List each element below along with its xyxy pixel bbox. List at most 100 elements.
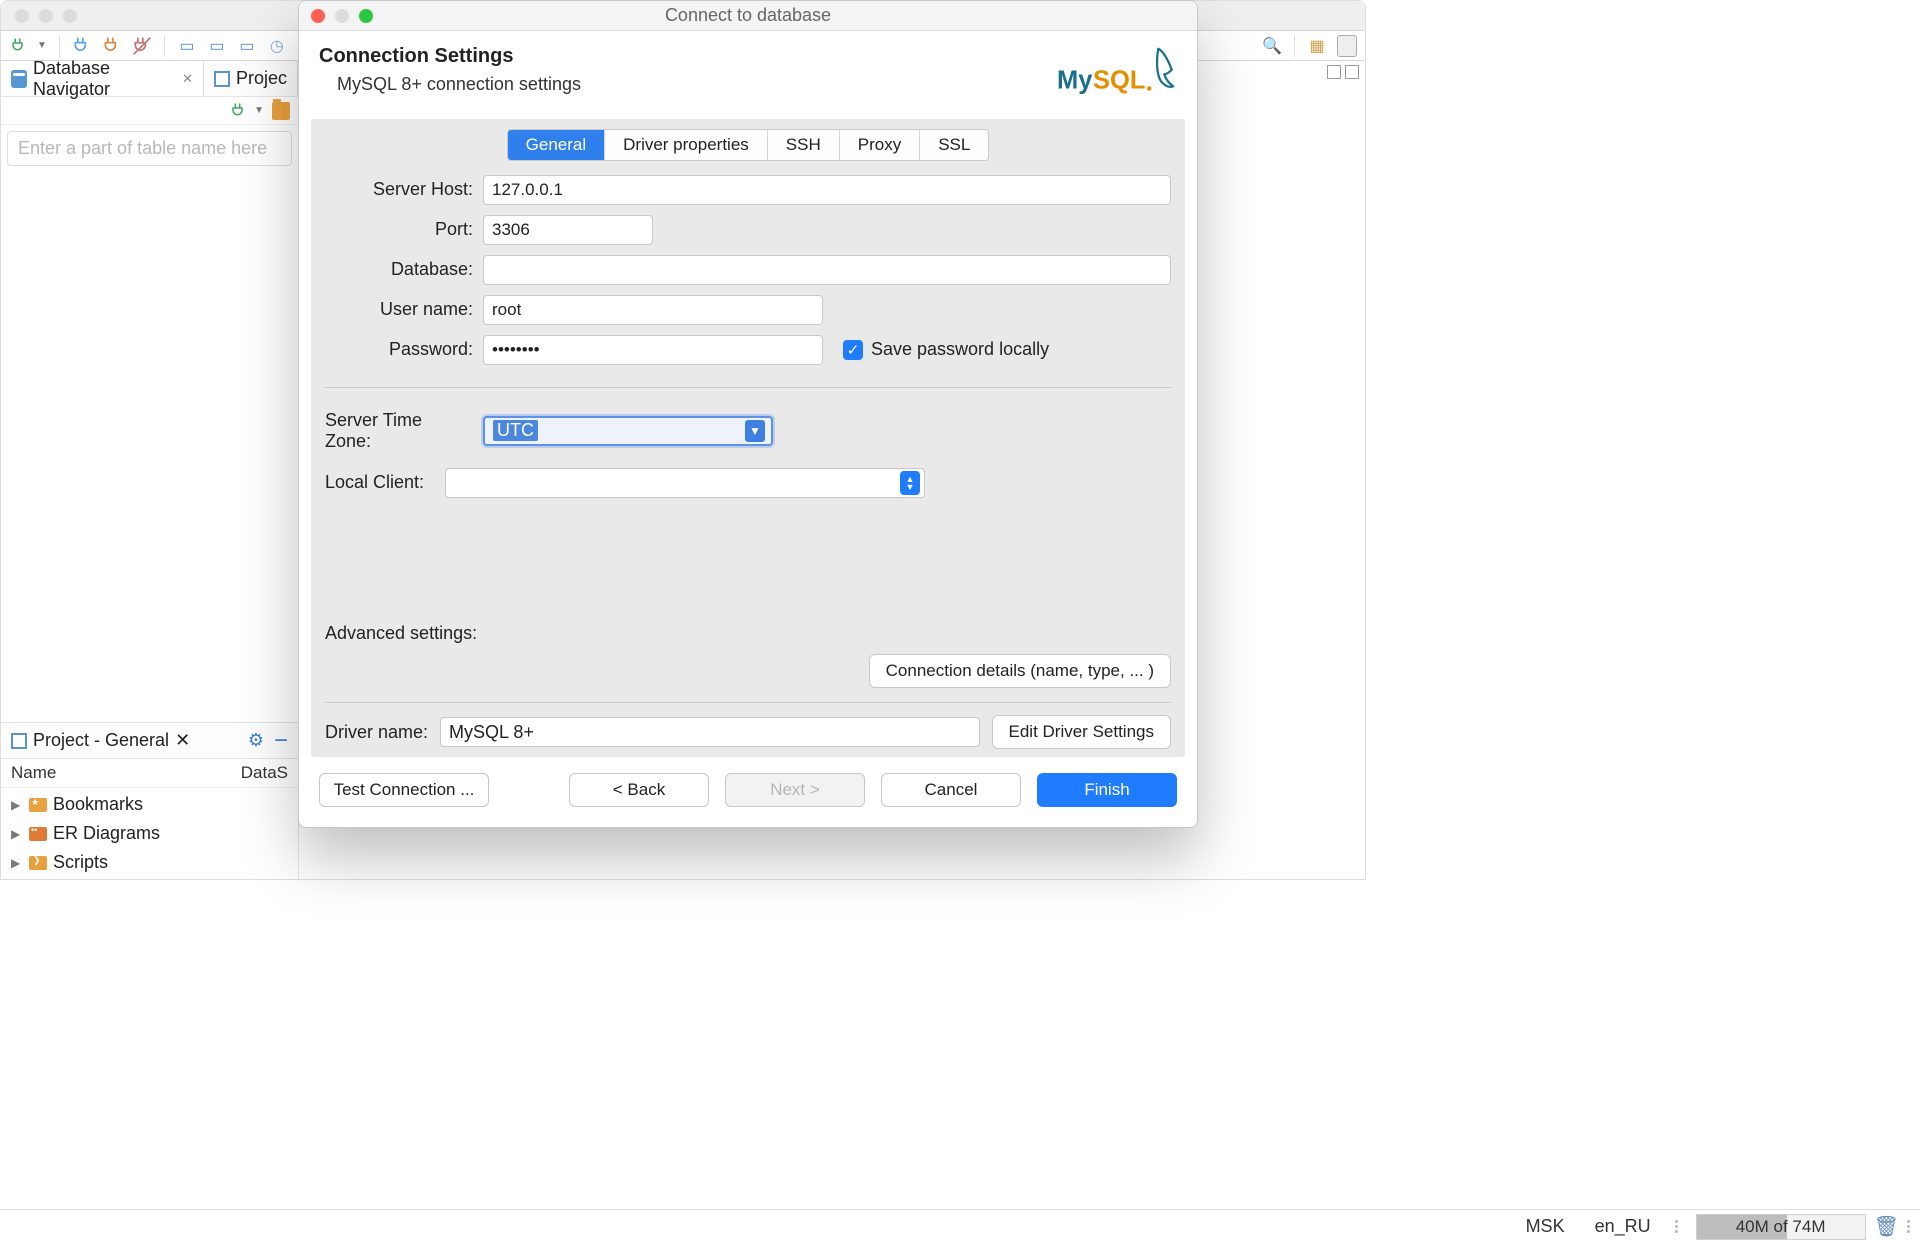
- grip-dots-icon[interactable]: [1907, 1220, 1910, 1233]
- save-password-checkbox[interactable]: ✓ Save password locally: [843, 339, 1049, 360]
- traffic-close-icon[interactable]: [311, 9, 325, 23]
- local-client-label: Local Client:: [325, 472, 435, 493]
- dropdown-caret-icon[interactable]: ▼: [254, 105, 264, 116]
- folder-icon[interactable]: [272, 102, 290, 120]
- server-host-input[interactable]: [483, 175, 1171, 205]
- database-icon: [11, 70, 27, 88]
- next-button: Next >: [725, 773, 865, 807]
- disclosure-triangle-icon[interactable]: ▶: [11, 798, 23, 812]
- perspective-icon[interactable]: ▦: [1307, 36, 1327, 56]
- dialog-header: Connection Settings MySQL 8+ connection …: [299, 31, 1197, 113]
- local-client-select[interactable]: ▲▼: [445, 468, 925, 498]
- project-panel-title: Project - General: [33, 730, 169, 751]
- traffic-zoom-icon[interactable]: [359, 9, 373, 23]
- disclosure-triangle-icon[interactable]: ▶: [11, 827, 23, 841]
- finish-button[interactable]: Finish: [1037, 773, 1177, 807]
- col-datasource: DataS: [241, 763, 288, 783]
- dropdown-caret-icon[interactable]: ▼: [37, 40, 47, 51]
- tab-ssl[interactable]: SSL: [920, 130, 988, 160]
- grip-dots-icon[interactable]: [1675, 1220, 1678, 1233]
- minimize-view-icon[interactable]: [1327, 65, 1341, 79]
- new-connection-icon[interactable]: [9, 36, 29, 56]
- tree-item-scripts[interactable]: ▶ Scripts: [7, 850, 292, 875]
- test-connection-button[interactable]: Test Connection ...: [319, 773, 489, 807]
- connection-details-button[interactable]: Connection details (name, type, ... ): [869, 654, 1171, 688]
- plug-blue-icon[interactable]: [72, 36, 92, 56]
- er-folder-icon: [29, 827, 47, 841]
- tab-general[interactable]: General: [508, 130, 605, 160]
- password-input[interactable]: [483, 335, 823, 365]
- tab-database-navigator[interactable]: Database Navigator ✕: [1, 61, 204, 96]
- traffic-light-dim-icon: [15, 9, 29, 23]
- username-input[interactable]: [483, 295, 823, 325]
- password-label: Password:: [325, 339, 473, 360]
- maximize-view-icon[interactable]: [1345, 65, 1359, 79]
- back-button[interactable]: < Back: [569, 773, 709, 807]
- view-controls: [1327, 65, 1359, 79]
- disclosure-triangle-icon[interactable]: ▶: [11, 856, 23, 870]
- filter-input[interactable]: [18, 138, 281, 159]
- svg-text:SQL: SQL: [1093, 67, 1145, 95]
- sql-new-icon[interactable]: ▭: [207, 36, 227, 56]
- driver-name-value: MySQL 8+: [449, 722, 534, 743]
- tab-ssh[interactable]: SSH: [768, 130, 840, 160]
- project-panel: Project - General ✕ ⚙ − Name DataS ▶ Boo…: [1, 722, 298, 879]
- scripts-folder-icon: [29, 856, 47, 870]
- dialog-heading: Connection Settings: [319, 45, 581, 68]
- database-input[interactable]: [483, 255, 1171, 285]
- bookmarks-folder-icon: [29, 798, 47, 812]
- close-icon[interactable]: ✕: [182, 71, 193, 87]
- sidebar-sub-toolbar: ▼: [1, 97, 298, 125]
- clock-icon[interactable]: ◷: [267, 36, 287, 56]
- port-input[interactable]: [483, 215, 653, 245]
- advanced-header: Advanced settings:: [325, 623, 1171, 644]
- close-icon[interactable]: ✕: [175, 730, 190, 751]
- mysql-logo-icon: My SQL: [1057, 45, 1177, 103]
- tree-item-bookmarks[interactable]: ▶ Bookmarks: [7, 792, 292, 817]
- edit-driver-button[interactable]: Edit Driver Settings: [992, 715, 1172, 749]
- status-timezone: MSK: [1520, 1216, 1571, 1237]
- traffic-light-dim-icon: [63, 9, 77, 23]
- tab-driver-properties[interactable]: Driver properties: [605, 130, 768, 160]
- project-columns-header: Name DataS: [1, 759, 298, 788]
- dialog-titlebar: Connect to database: [299, 1, 1197, 31]
- status-locale: en_RU: [1589, 1216, 1657, 1237]
- general-form: Server Host: Port: Database: User name: …: [311, 175, 1185, 498]
- checkbox-checked-icon: ✓: [843, 340, 863, 360]
- new-connection-icon[interactable]: [230, 102, 248, 120]
- project-panel-tab[interactable]: Project - General ✕ ⚙ −: [1, 723, 298, 759]
- advanced-section: Advanced settings: Connection details (n…: [311, 613, 1185, 757]
- plug-strike-icon[interactable]: [132, 36, 152, 56]
- tree-item-er-diagrams[interactable]: ▶ ER Diagrams: [7, 821, 292, 846]
- dialog-subheading: MySQL 8+ connection settings: [319, 74, 581, 95]
- connect-dialog: Connect to database Connection Settings …: [298, 0, 1198, 828]
- tab-proxy[interactable]: Proxy: [840, 130, 920, 160]
- timezone-combobox[interactable]: UTC ▼: [483, 416, 773, 446]
- tab-projects[interactable]: Projec: [204, 61, 298, 96]
- sidebar-tabs: Database Navigator ✕ Projec: [1, 61, 298, 97]
- ide-sidebar: Database Navigator ✕ Projec ▼ Project - …: [1, 61, 299, 879]
- traffic-light-dim-icon: [39, 9, 53, 23]
- username-label: User name:: [325, 299, 473, 320]
- cancel-button[interactable]: Cancel: [881, 773, 1021, 807]
- traffic-minimize-icon: [335, 9, 349, 23]
- memory-label: 40M of 74M: [1697, 1215, 1865, 1239]
- navigator-filter[interactable]: [7, 131, 292, 166]
- project-icon: [11, 733, 27, 749]
- sql-editor-icon[interactable]: ▭: [177, 36, 197, 56]
- gear-icon[interactable]: ⚙: [248, 730, 264, 751]
- trash-icon[interactable]: 🗑: [1874, 1214, 1899, 1239]
- dialog-title: Connect to database: [299, 5, 1197, 26]
- sql-add-icon[interactable]: ▭: [237, 36, 257, 56]
- search-icon[interactable]: 🔍: [1262, 36, 1282, 56]
- save-password-label: Save password locally: [871, 339, 1049, 360]
- port-label: Port:: [325, 219, 473, 240]
- plug-orange-icon[interactable]: [102, 36, 122, 56]
- settings-tabbar: General Driver properties SSH Proxy SSL: [311, 119, 1185, 175]
- dbeaver-icon[interactable]: [1337, 36, 1357, 56]
- driver-name-label: Driver name:: [325, 722, 428, 743]
- project-icon: [214, 71, 230, 87]
- memory-bar[interactable]: 40M of 74M: [1696, 1214, 1866, 1240]
- tree-label: Scripts: [53, 852, 108, 873]
- svg-text:My: My: [1057, 67, 1093, 95]
